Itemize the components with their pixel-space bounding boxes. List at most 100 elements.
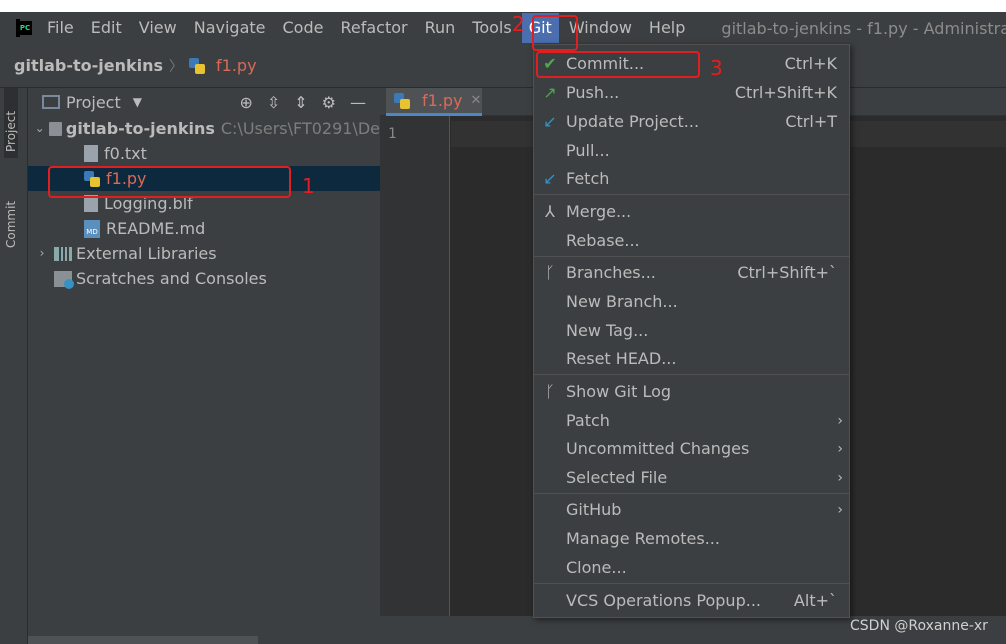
expand-all-icon[interactable]: ⇳ xyxy=(267,93,280,112)
menu-run[interactable]: Run xyxy=(418,13,463,43)
breadcrumb-file[interactable]: f1.py xyxy=(189,56,257,75)
menu-edit[interactable]: Edit xyxy=(84,13,129,43)
tree-file-readme[interactable]: MD README.md xyxy=(28,216,380,241)
tool-tab-project[interactable]: Project xyxy=(4,88,18,158)
python-file-icon xyxy=(189,57,206,74)
menu-code[interactable]: Code xyxy=(276,13,331,43)
menu-item-clone[interactable]: Clone... xyxy=(534,553,849,582)
menu-item-label: New Branch... xyxy=(566,292,678,311)
menu-item-label: Reset HEAD... xyxy=(566,349,677,368)
menu-item-label: New Tag... xyxy=(566,321,649,340)
menu-item-shortcut: Ctrl+T xyxy=(785,112,837,131)
project-toolbar: ⊕ ⇳ ⇕ ⚙ — xyxy=(239,93,366,112)
tree-external-libraries[interactable]: › External Libraries xyxy=(28,241,380,266)
chevron-right-icon: › xyxy=(837,469,843,486)
annotation-box-commit xyxy=(536,51,700,78)
annotation-number-3: 3 xyxy=(710,56,723,80)
chevron-right-icon[interactable]: › xyxy=(34,241,50,266)
menu-item-rebase[interactable]: Rebase... xyxy=(534,226,849,255)
editor-tab-label: f1.py xyxy=(422,91,463,110)
menu-item-shortcut: Ctrl+Shift+K xyxy=(734,83,837,102)
gear-icon[interactable]: ⚙ xyxy=(322,93,336,112)
menu-item-new-tag[interactable]: New Tag... xyxy=(534,316,849,345)
menu-help[interactable]: Help xyxy=(642,13,692,43)
menu-item-patch[interactable]: Patch › xyxy=(534,406,849,435)
watermark: CSDN @Roxanne-xr xyxy=(850,618,988,634)
text-file-icon xyxy=(84,145,98,162)
chevron-down-icon[interactable]: ▼ xyxy=(133,95,142,109)
menu-item-label: Show Git Log xyxy=(566,382,672,401)
scratches-label: Scratches and Consoles xyxy=(76,269,267,288)
breadcrumb: gitlab-to-jenkins 〉 f1.py xyxy=(0,44,1006,88)
menu-item-label: Uncommitted Changes xyxy=(566,439,750,458)
root-folder-name: gitlab-to-jenkins xyxy=(65,119,215,138)
menu-item-merge[interactable]: ⅄ Merge... xyxy=(534,197,849,226)
menu-item-label: Merge... xyxy=(566,202,632,221)
pycharm-logo-icon xyxy=(16,19,32,37)
menu-view[interactable]: View xyxy=(132,13,184,43)
menu-item-label: Selected File xyxy=(566,468,668,487)
menu-item-github[interactable]: GitHub › xyxy=(534,495,849,524)
menu-item-vcs-operations[interactable]: VCS Operations Popup... Alt+` xyxy=(534,586,849,615)
menu-item-label: Push... xyxy=(566,83,620,102)
menu-refactor[interactable]: Refactor xyxy=(333,13,414,43)
breadcrumb-file-label: f1.py xyxy=(216,56,257,75)
hide-panel-icon[interactable]: — xyxy=(350,93,366,112)
menu-item-label: Rebase... xyxy=(566,231,640,250)
horizontal-scrollbar[interactable] xyxy=(28,636,258,644)
menu-file[interactable]: File xyxy=(40,13,81,43)
annotation-box-git-menu xyxy=(532,15,578,51)
menu-item-reset-head[interactable]: Reset HEAD... xyxy=(534,344,849,373)
menu-separator xyxy=(534,256,849,257)
breadcrumb-separator-icon: 〉 xyxy=(169,58,184,75)
menu-item-branches[interactable]: ᚴ Branches... Ctrl+Shift+` xyxy=(534,258,849,287)
project-panel-title[interactable]: Project xyxy=(66,93,121,112)
folder-icon xyxy=(49,121,62,136)
tool-tab-commit[interactable]: Commit xyxy=(4,184,18,254)
tree-root-folder[interactable]: ⌄ gitlab-to-jenkins C:\Users\FT0291\De xyxy=(28,116,380,141)
menu-item-push[interactable]: ↗ Push... Ctrl+Shift+K xyxy=(534,78,849,107)
menu-item-label: Branches... xyxy=(566,263,656,282)
editor-gutter: 1 xyxy=(380,116,450,616)
external-libraries-label: External Libraries xyxy=(76,244,217,263)
menu-item-label: Clone... xyxy=(566,558,627,577)
menu-item-label: VCS Operations Popup... xyxy=(566,591,761,610)
menu-item-uncommitted-changes[interactable]: Uncommitted Changes › xyxy=(534,434,849,463)
menu-separator xyxy=(534,194,849,195)
markdown-file-icon: MD xyxy=(84,219,100,238)
chevron-down-icon[interactable]: ⌄ xyxy=(34,116,45,141)
menu-item-label: Update Project... xyxy=(566,112,700,131)
menu-item-show-git-log[interactable]: ᚴ Show Git Log xyxy=(534,377,849,406)
chevron-right-icon: › xyxy=(837,501,843,518)
tool-window-strip: Project Commit xyxy=(0,88,28,644)
update-arrow-icon: ↙ xyxy=(543,112,557,131)
menu-item-update-project[interactable]: ↙ Update Project... Ctrl+T xyxy=(534,107,849,136)
menu-navigate[interactable]: Navigate xyxy=(187,13,273,43)
menu-bar: File Edit View Navigate Code Refactor Ru… xyxy=(0,0,1006,44)
menu-item-new-branch[interactable]: New Branch... xyxy=(534,287,849,316)
tree-scratches[interactable]: Scratches and Consoles xyxy=(28,266,380,291)
branch-icon: ᚴ xyxy=(545,263,555,282)
menu-item-selected-file[interactable]: Selected File › xyxy=(534,463,849,492)
menu-item-shortcut: Ctrl+Shift+` xyxy=(737,263,837,282)
annotation-number-1: 1 xyxy=(302,174,315,198)
collapse-all-icon[interactable]: ⇕ xyxy=(294,93,307,112)
editor-tab-f1[interactable]: f1.py ✕ xyxy=(386,88,482,116)
tree-file-f0[interactable]: f0.txt xyxy=(28,141,380,166)
locate-file-icon[interactable]: ⊕ xyxy=(239,93,252,112)
git-dropdown-menu: ✔ Commit... Ctrl+K ↗ Push... Ctrl+Shift+… xyxy=(533,44,850,618)
menu-item-label: GitHub xyxy=(566,500,622,519)
breadcrumb-project[interactable]: gitlab-to-jenkins xyxy=(14,56,163,75)
annotation-box-file xyxy=(48,166,291,198)
scratches-icon xyxy=(54,270,74,289)
menu-separator xyxy=(534,374,849,375)
file-label: f0.txt xyxy=(104,144,147,163)
window-title: gitlab-to-jenkins - f1.py - Administrato… xyxy=(721,18,1006,38)
menu-item-manage-remotes[interactable]: Manage Remotes... xyxy=(534,524,849,553)
menu-tools[interactable]: Tools xyxy=(465,13,518,43)
close-icon[interactable]: ✕ xyxy=(471,93,482,108)
project-panel-header: Project ▼ ⊕ ⇳ ⇕ ⚙ — xyxy=(28,88,380,116)
menu-item-fetch[interactable]: ↙ Fetch xyxy=(534,164,849,193)
menu-item-pull[interactable]: Pull... xyxy=(534,136,849,165)
project-view-icon xyxy=(42,95,60,109)
